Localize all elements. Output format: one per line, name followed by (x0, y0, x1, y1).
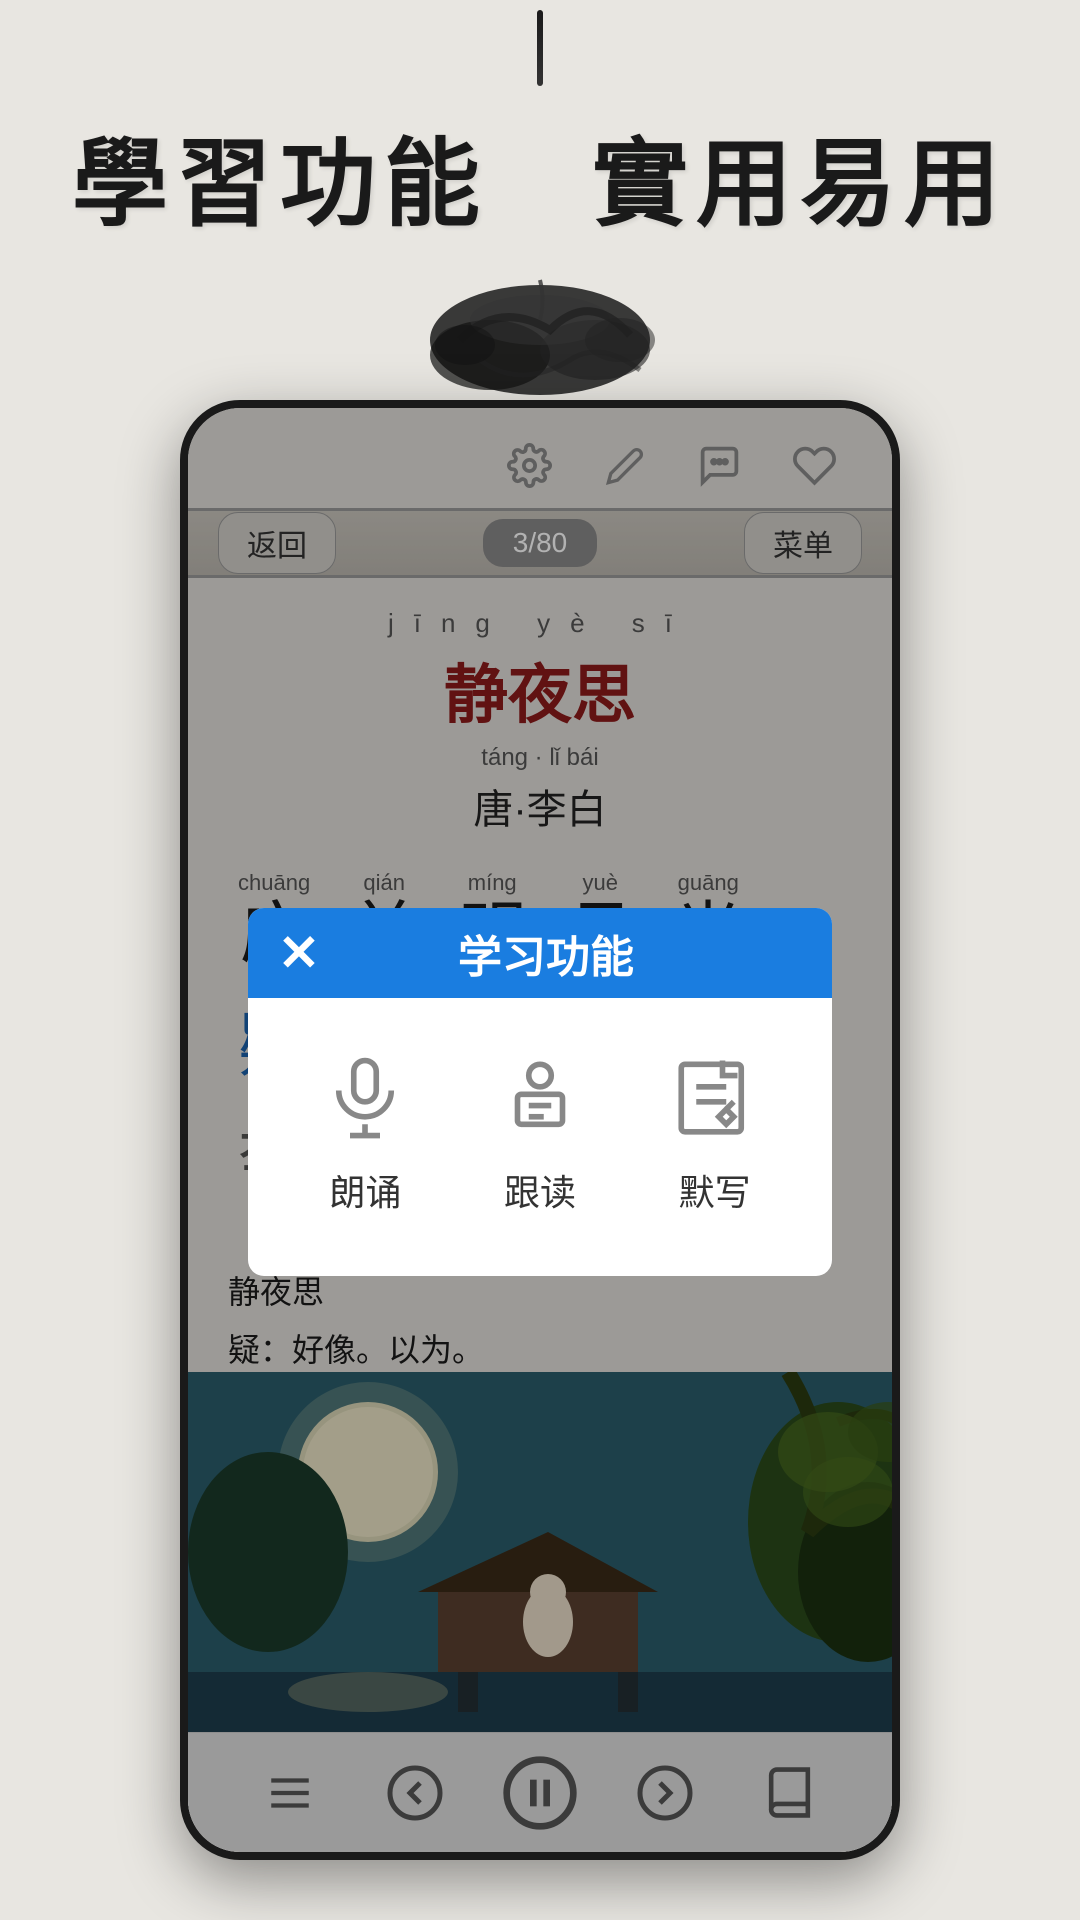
ink-blob-decoration (410, 260, 670, 420)
phone-screen: 返回 3/80 菜单 jīng yè sī 静夜思 táng · lǐ bái … (188, 408, 892, 1852)
writing-icon (665, 1048, 765, 1148)
microphone-icon (315, 1048, 415, 1148)
follow-read-label: 跟读 (504, 1164, 576, 1216)
dictation-item[interactable]: 默写 (665, 1048, 765, 1216)
recitation-item[interactable]: 朗诵 (315, 1048, 415, 1216)
dictation-label: 默写 (679, 1164, 751, 1216)
reading-icon (490, 1048, 590, 1148)
ink-drop-decoration (537, 10, 543, 86)
modal-content: 朗诵 跟读 (248, 998, 832, 1276)
recitation-label: 朗诵 (329, 1164, 401, 1216)
top-area: 學習功能 實用易用 (0, 0, 1080, 420)
modal-header: ✕ 学习功能 (248, 908, 832, 998)
page-title: 學習功能 實用易用 (72, 106, 1008, 245)
modal-close-button[interactable]: ✕ (278, 924, 320, 982)
phone-mockup: 返回 3/80 菜单 jīng yè sī 静夜思 táng · lǐ bái … (180, 400, 900, 1860)
modal-title: 学习功能 (340, 921, 752, 985)
learning-modal: ✕ 学习功能 朗诵 (248, 908, 832, 1276)
follow-read-item[interactable]: 跟读 (490, 1048, 590, 1216)
